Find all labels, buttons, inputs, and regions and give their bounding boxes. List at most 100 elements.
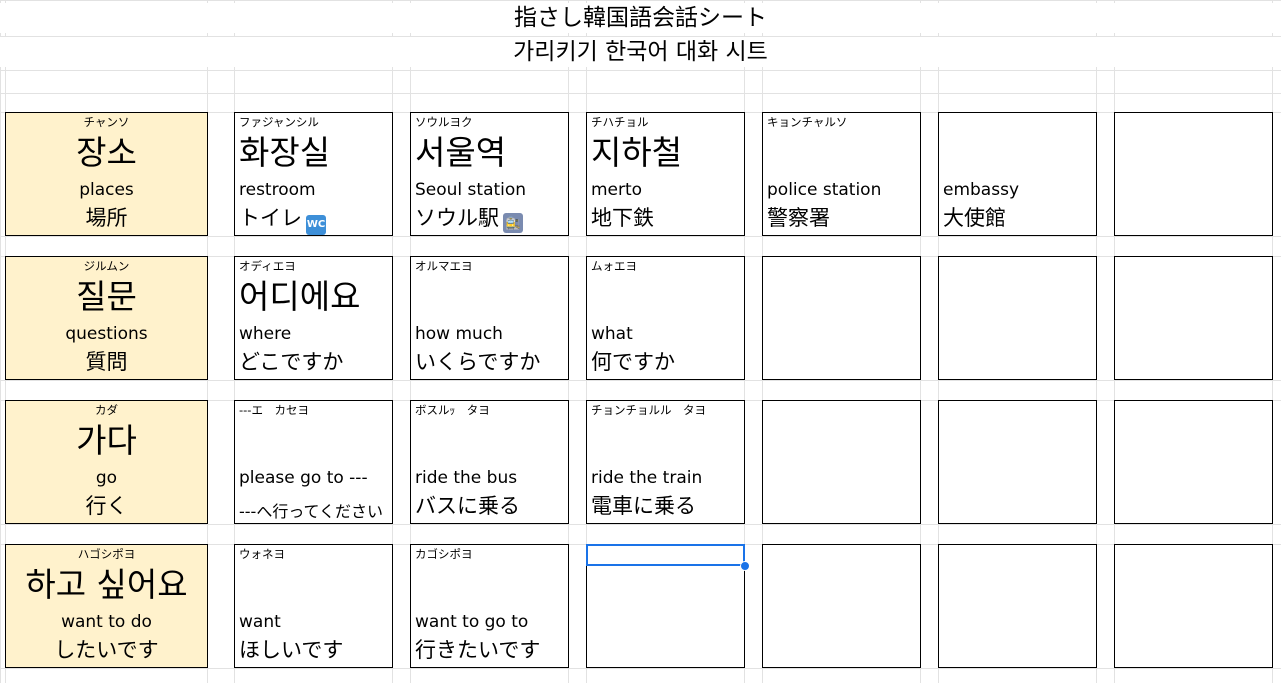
phrase-ja-text: ほしいです (239, 638, 344, 662)
phrase-ja-text: 警察署 (767, 206, 830, 230)
phrase-kana: ボスルｯ タヨ (415, 403, 566, 418)
phrase-card[interactable] (938, 256, 1097, 380)
phrase-ko: 지하철 (591, 131, 744, 175)
category-card[interactable]: ジルムン 질문 questions 質問 (5, 256, 208, 380)
category-en: questions (65, 324, 148, 344)
phrase-ko-text: 화장실 (239, 133, 331, 172)
phrase-en: embassy (943, 179, 1096, 201)
phrase-ja-text: 地下鉄 (591, 206, 654, 230)
wc-icon: WC (306, 215, 326, 235)
phrase-ja: いくらですか (415, 348, 568, 376)
phrase-card[interactable]: ウォネヨ want ほしいです (234, 544, 393, 668)
phrase-en: how much (415, 323, 568, 345)
category-card[interactable]: チャンソ 장소 places 場所 (5, 112, 208, 236)
phrase-card[interactable] (938, 400, 1097, 524)
sheet-title-korean: 가리키기 한국어 대화 시트 (0, 37, 1281, 67)
phrase-en: restroom (239, 179, 392, 201)
phrase-card[interactable]: オディエヨ 어디에요 where どこですか (234, 256, 393, 380)
phrase-kana: ムォエヨ (591, 259, 742, 274)
category-ko: 가다 (76, 421, 137, 460)
phrase-card[interactable] (1114, 400, 1273, 524)
category-kana: ハゴシポヨ (77, 547, 136, 561)
phrase-card[interactable]: ソウルヨク 서울역 Seoul station ソウル駅 🚉 (410, 112, 569, 236)
phrase-card[interactable] (762, 256, 921, 380)
phrase-en-text: where (239, 324, 292, 344)
category-ja: 場所 (85, 206, 128, 230)
phrase-ja: 行きたいです (415, 636, 568, 664)
category-card[interactable]: ハゴシポヨ 하고 싶어요 want to do したいです (5, 544, 208, 668)
category-en: want to do (61, 612, 152, 632)
phrase-card[interactable]: ---エ カセヨ please go to --- ---へ行ってください (234, 400, 393, 524)
phrase-en: merto (591, 179, 744, 201)
phrase-en-text: how much (415, 324, 503, 344)
phrase-kana-text: ムォエヨ (591, 259, 637, 273)
category-ko: 질문 (76, 277, 137, 316)
phrase-kana-text: ソウルヨク (415, 115, 473, 129)
category-card[interactable]: カダ 가다 go 行く (5, 400, 208, 524)
category-kana: ジルムン (83, 259, 130, 273)
category-en: go (95, 468, 118, 488)
phrase-ja: 警察署 (767, 204, 920, 232)
phrase-kana: ---エ カセヨ (239, 403, 390, 418)
phrase-card[interactable] (762, 400, 921, 524)
phrase-ko-text: 지하철 (591, 133, 683, 172)
selected-cell[interactable] (586, 544, 745, 566)
sheet-title-japanese: 指さし韓国語会話シート (0, 3, 1281, 33)
phrase-card[interactable]: キョンチャルソ police station 警察署 (762, 112, 921, 236)
phrase-en-text: embassy (943, 180, 1020, 200)
phrase-ja-text: どこですか (239, 350, 344, 374)
phrase-ko-text: 서울역 (415, 133, 507, 172)
phrase-kana: オディエヨ (239, 259, 390, 274)
phrase-en-text: police station (767, 180, 882, 200)
phrase-kana-text: ウォネヨ (239, 547, 285, 561)
phrase-card[interactable] (1114, 544, 1273, 668)
phrase-ja-text: いくらですか (415, 350, 541, 374)
phrase-ja-text: ---へ行ってください (239, 502, 384, 521)
phrase-en-text: want to go to (415, 612, 529, 632)
phrase-en: where (239, 323, 392, 345)
phrase-card[interactable]: チハチョル 지하철 merto 地下鉄 (586, 112, 745, 236)
phrase-card[interactable]: ファジャンシル 화장실 restroom トイレ WC (234, 112, 393, 236)
phrase-card[interactable]: ボスルｯ タヨ ride the bus バスに乗る (410, 400, 569, 524)
phrase-en-text: what (591, 324, 633, 344)
category-ko: 하고 싶어요 (25, 565, 188, 604)
phrase-kana-text: キョンチャルソ (767, 115, 848, 129)
phrase-kana-text: ボスルｯ タヨ (415, 403, 490, 417)
phrase-ja-text: 電車に乗る (591, 494, 696, 518)
phrase-card[interactable] (1114, 256, 1273, 380)
phrase-kana: オルマエヨ (415, 259, 566, 274)
category-ja: 行く (85, 494, 128, 518)
phrase-kana-text: カゴシポヨ (415, 547, 473, 561)
phrase-en-text: Seoul station (415, 180, 527, 200)
phrase-card[interactable] (1114, 112, 1273, 236)
phrase-kana-text: ---エ カセヨ (239, 403, 309, 417)
phrase-card[interactable] (938, 544, 1097, 668)
phrase-ja: ソウル駅 🚉 (415, 204, 568, 233)
category-en: places (79, 180, 134, 200)
phrase-kana-text: オルマエヨ (415, 259, 473, 273)
phrase-ja: 大使館 (943, 204, 1096, 232)
phrase-ja: トイレ WC (239, 204, 392, 235)
phrase-card[interactable]: オルマエヨ how much いくらですか (410, 256, 569, 380)
fill-handle[interactable] (740, 561, 750, 571)
phrase-card[interactable] (762, 544, 921, 668)
phrase-en: what (591, 323, 744, 345)
category-kana: カダ (95, 403, 118, 417)
phrase-en: please go to --- (239, 467, 392, 489)
phrase-en-text: restroom (239, 180, 316, 200)
phrase-en: ride the bus (415, 467, 568, 489)
phrase-kana-text: オディエヨ (239, 259, 296, 273)
phrase-en-text: merto (591, 180, 643, 200)
phrase-card[interactable]: チョンチョルル タヨ ride the train 電車に乗る (586, 400, 745, 524)
phrase-card[interactable]: カゴシポヨ want to go to 行きたいです (410, 544, 569, 668)
phrase-en: want (239, 611, 392, 633)
phrase-card[interactable]: ムォエヨ what 何ですか (586, 256, 745, 380)
phrase-ja-text: 何ですか (591, 350, 675, 374)
phrase-card[interactable]: embassy 大使館 (938, 112, 1097, 236)
phrase-en-text: ride the train (591, 468, 703, 488)
phrase-ko: 화장실 (239, 131, 392, 175)
phrase-en-text: ride the bus (415, 468, 518, 488)
phrase-en: want to go to (415, 611, 568, 633)
phrase-kana: ソウルヨク (415, 115, 566, 130)
phrase-ja: 電車に乗る (591, 492, 744, 520)
